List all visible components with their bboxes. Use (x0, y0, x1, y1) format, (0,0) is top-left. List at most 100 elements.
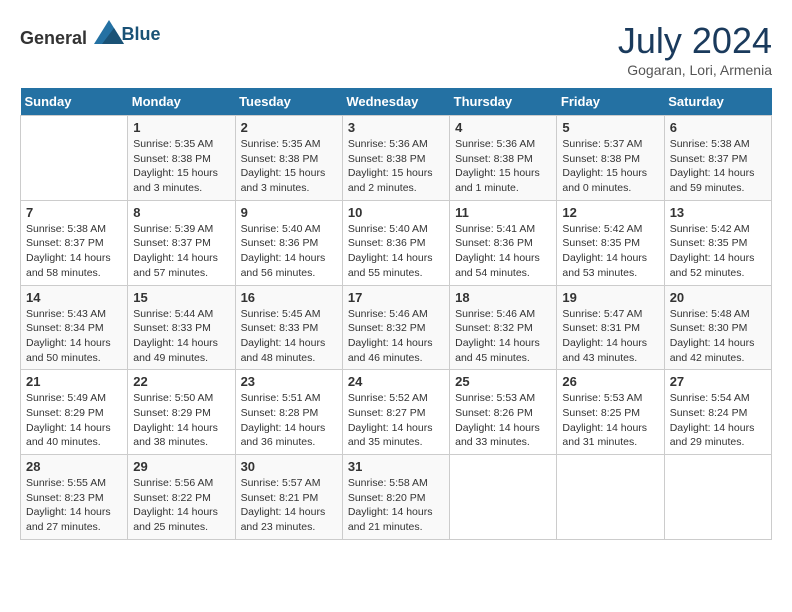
day-number: 26 (562, 374, 658, 389)
day-number: 29 (133, 459, 229, 474)
header-tuesday: Tuesday (235, 88, 342, 116)
day-number: 15 (133, 290, 229, 305)
day-number: 10 (348, 205, 444, 220)
calendar-cell (450, 455, 557, 540)
calendar-cell: 10 Sunrise: 5:40 AMSunset: 8:36 PMDaylig… (342, 200, 449, 285)
header-thursday: Thursday (450, 88, 557, 116)
day-number: 4 (455, 120, 551, 135)
day-number: 23 (241, 374, 337, 389)
day-info: Sunrise: 5:46 AMSunset: 8:32 PMDaylight:… (348, 308, 433, 364)
calendar-cell: 23 Sunrise: 5:51 AMSunset: 8:28 PMDaylig… (235, 370, 342, 455)
calendar-week-row: 28 Sunrise: 5:55 AMSunset: 8:23 PMDaylig… (21, 455, 772, 540)
calendar-cell: 31 Sunrise: 5:58 AMSunset: 8:20 PMDaylig… (342, 455, 449, 540)
day-info: Sunrise: 5:44 AMSunset: 8:33 PMDaylight:… (133, 308, 218, 364)
logo: General Blue (20, 20, 161, 49)
day-info: Sunrise: 5:35 AMSunset: 8:38 PMDaylight:… (133, 138, 218, 194)
day-info: Sunrise: 5:51 AMSunset: 8:28 PMDaylight:… (241, 392, 326, 448)
day-info: Sunrise: 5:40 AMSunset: 8:36 PMDaylight:… (241, 223, 326, 279)
day-number: 22 (133, 374, 229, 389)
day-number: 12 (562, 205, 658, 220)
calendar-cell: 29 Sunrise: 5:56 AMSunset: 8:22 PMDaylig… (128, 455, 235, 540)
calendar-cell (21, 116, 128, 201)
header-friday: Friday (557, 88, 664, 116)
day-info: Sunrise: 5:46 AMSunset: 8:32 PMDaylight:… (455, 308, 540, 364)
day-number: 19 (562, 290, 658, 305)
calendar-cell: 17 Sunrise: 5:46 AMSunset: 8:32 PMDaylig… (342, 285, 449, 370)
day-info: Sunrise: 5:39 AMSunset: 8:37 PMDaylight:… (133, 223, 218, 279)
logo-blue: Blue (122, 24, 161, 44)
calendar-header: Sunday Monday Tuesday Wednesday Thursday… (21, 88, 772, 116)
calendar-cell: 16 Sunrise: 5:45 AMSunset: 8:33 PMDaylig… (235, 285, 342, 370)
day-info: Sunrise: 5:42 AMSunset: 8:35 PMDaylight:… (562, 223, 647, 279)
day-info: Sunrise: 5:38 AMSunset: 8:37 PMDaylight:… (670, 138, 755, 194)
day-number: 3 (348, 120, 444, 135)
day-info: Sunrise: 5:52 AMSunset: 8:27 PMDaylight:… (348, 392, 433, 448)
day-number: 24 (348, 374, 444, 389)
calendar-cell: 2 Sunrise: 5:35 AMSunset: 8:38 PMDayligh… (235, 116, 342, 201)
day-number: 5 (562, 120, 658, 135)
day-info: Sunrise: 5:48 AMSunset: 8:30 PMDaylight:… (670, 308, 755, 364)
calendar-table: Sunday Monday Tuesday Wednesday Thursday… (20, 88, 772, 540)
day-number: 11 (455, 205, 551, 220)
day-info: Sunrise: 5:36 AMSunset: 8:38 PMDaylight:… (455, 138, 540, 194)
calendar-cell: 20 Sunrise: 5:48 AMSunset: 8:30 PMDaylig… (664, 285, 771, 370)
calendar-cell: 3 Sunrise: 5:36 AMSunset: 8:38 PMDayligh… (342, 116, 449, 201)
calendar-cell: 22 Sunrise: 5:50 AMSunset: 8:29 PMDaylig… (128, 370, 235, 455)
calendar-cell: 30 Sunrise: 5:57 AMSunset: 8:21 PMDaylig… (235, 455, 342, 540)
day-info: Sunrise: 5:40 AMSunset: 8:36 PMDaylight:… (348, 223, 433, 279)
day-info: Sunrise: 5:47 AMSunset: 8:31 PMDaylight:… (562, 308, 647, 364)
calendar-body: 1 Sunrise: 5:35 AMSunset: 8:38 PMDayligh… (21, 116, 772, 540)
day-info: Sunrise: 5:50 AMSunset: 8:29 PMDaylight:… (133, 392, 218, 448)
calendar-cell: 9 Sunrise: 5:40 AMSunset: 8:36 PMDayligh… (235, 200, 342, 285)
header-saturday: Saturday (664, 88, 771, 116)
calendar-week-row: 21 Sunrise: 5:49 AMSunset: 8:29 PMDaylig… (21, 370, 772, 455)
day-info: Sunrise: 5:42 AMSunset: 8:35 PMDaylight:… (670, 223, 755, 279)
day-number: 31 (348, 459, 444, 474)
day-number: 7 (26, 205, 122, 220)
month-year-title: July 2024 (618, 20, 772, 62)
calendar-cell: 1 Sunrise: 5:35 AMSunset: 8:38 PMDayligh… (128, 116, 235, 201)
day-number: 6 (670, 120, 766, 135)
calendar-cell (557, 455, 664, 540)
calendar-cell (664, 455, 771, 540)
day-info: Sunrise: 5:54 AMSunset: 8:24 PMDaylight:… (670, 392, 755, 448)
day-info: Sunrise: 5:56 AMSunset: 8:22 PMDaylight:… (133, 477, 218, 533)
day-number: 13 (670, 205, 766, 220)
day-info: Sunrise: 5:38 AMSunset: 8:37 PMDaylight:… (26, 223, 111, 279)
calendar-cell: 15 Sunrise: 5:44 AMSunset: 8:33 PMDaylig… (128, 285, 235, 370)
calendar-cell: 11 Sunrise: 5:41 AMSunset: 8:36 PMDaylig… (450, 200, 557, 285)
day-number: 28 (26, 459, 122, 474)
day-info: Sunrise: 5:37 AMSunset: 8:38 PMDaylight:… (562, 138, 647, 194)
calendar-cell: 26 Sunrise: 5:53 AMSunset: 8:25 PMDaylig… (557, 370, 664, 455)
day-number: 25 (455, 374, 551, 389)
day-info: Sunrise: 5:57 AMSunset: 8:21 PMDaylight:… (241, 477, 326, 533)
day-info: Sunrise: 5:55 AMSunset: 8:23 PMDaylight:… (26, 477, 111, 533)
calendar-cell: 28 Sunrise: 5:55 AMSunset: 8:23 PMDaylig… (21, 455, 128, 540)
day-number: 1 (133, 120, 229, 135)
day-number: 17 (348, 290, 444, 305)
calendar-week-row: 1 Sunrise: 5:35 AMSunset: 8:38 PMDayligh… (21, 116, 772, 201)
day-info: Sunrise: 5:36 AMSunset: 8:38 PMDaylight:… (348, 138, 433, 194)
day-number: 21 (26, 374, 122, 389)
calendar-cell: 24 Sunrise: 5:52 AMSunset: 8:27 PMDaylig… (342, 370, 449, 455)
calendar-cell: 5 Sunrise: 5:37 AMSunset: 8:38 PMDayligh… (557, 116, 664, 201)
calendar-cell: 19 Sunrise: 5:47 AMSunset: 8:31 PMDaylig… (557, 285, 664, 370)
title-block: July 2024 Gogaran, Lori, Armenia (618, 20, 772, 78)
day-info: Sunrise: 5:43 AMSunset: 8:34 PMDaylight:… (26, 308, 111, 364)
calendar-cell: 13 Sunrise: 5:42 AMSunset: 8:35 PMDaylig… (664, 200, 771, 285)
header-monday: Monday (128, 88, 235, 116)
day-number: 9 (241, 205, 337, 220)
day-number: 27 (670, 374, 766, 389)
day-number: 18 (455, 290, 551, 305)
day-number: 2 (241, 120, 337, 135)
location-subtitle: Gogaran, Lori, Armenia (618, 62, 772, 78)
calendar-week-row: 14 Sunrise: 5:43 AMSunset: 8:34 PMDaylig… (21, 285, 772, 370)
logo-general: General (20, 28, 87, 48)
day-info: Sunrise: 5:45 AMSunset: 8:33 PMDaylight:… (241, 308, 326, 364)
logo-icon (94, 20, 124, 44)
calendar-cell: 4 Sunrise: 5:36 AMSunset: 8:38 PMDayligh… (450, 116, 557, 201)
calendar-cell: 7 Sunrise: 5:38 AMSunset: 8:37 PMDayligh… (21, 200, 128, 285)
header-sunday: Sunday (21, 88, 128, 116)
calendar-week-row: 7 Sunrise: 5:38 AMSunset: 8:37 PMDayligh… (21, 200, 772, 285)
day-number: 20 (670, 290, 766, 305)
